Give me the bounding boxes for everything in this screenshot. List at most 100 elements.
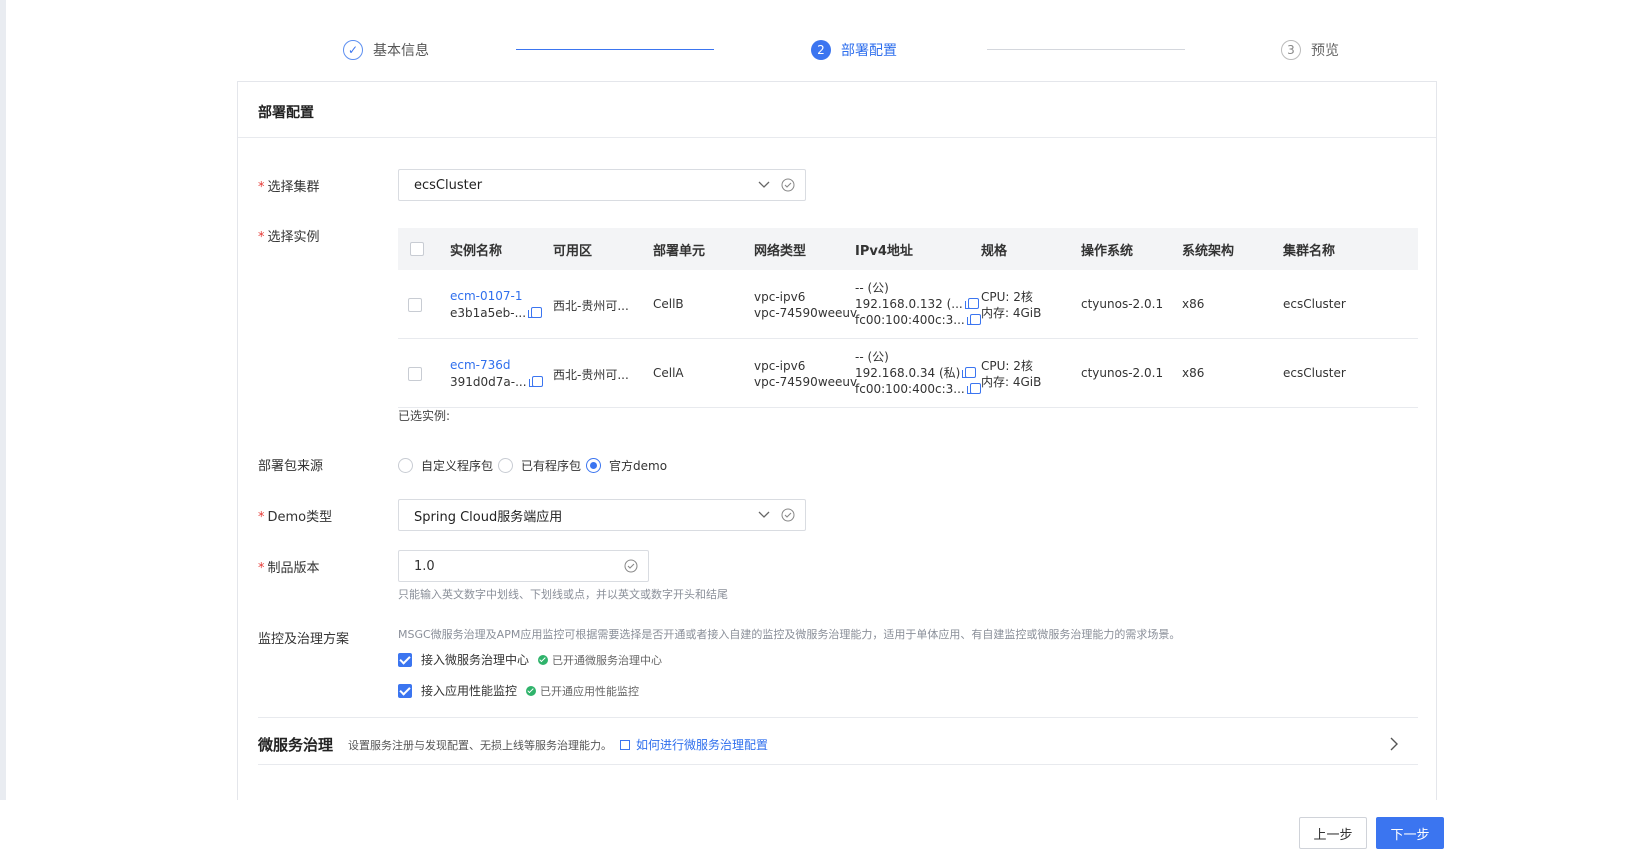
radio-existing-package[interactable]: 已有程序包 — [498, 457, 581, 474]
radio-circle-selected — [586, 458, 601, 473]
spec-mem: 内存: 4GiB — [981, 306, 1042, 320]
step-number: 3 — [1281, 40, 1301, 60]
success-icon — [526, 685, 537, 696]
col-header: 网络类型 — [754, 243, 807, 259]
vpc-name: vpc-74590weeuv — [754, 306, 858, 320]
table-header: 实例名称 可用区 部署单元 网络类型 IPv4地址 规格 操作系统 系统架构 集… — [398, 228, 1418, 270]
instance-table: 实例名称 可用区 部署单元 网络类型 IPv4地址 规格 操作系统 系统架构 集… — [398, 228, 1418, 408]
step-label: 基本信息 — [373, 43, 429, 59]
check-circle-icon — [781, 508, 795, 522]
copy-icon[interactable] — [964, 298, 979, 309]
instance-name-link[interactable]: ecm-0107-1 — [450, 288, 542, 305]
instance-name-link[interactable]: ecm-736d — [450, 357, 543, 374]
help-link[interactable]: 如何进行微服务治理配置 — [620, 736, 768, 753]
os-cell: ctyunos-2.0.1 — [1081, 297, 1164, 311]
ip-v6: fc00:100:400c:3... — [855, 382, 965, 396]
row-checkbox[interactable] — [408, 367, 422, 381]
microservice-section-header[interactable]: 微服务治理 设置服务注册与发现配置、无损上线等服务治理能力。 如何进行微服务治理… — [258, 734, 768, 755]
vpc-name: vpc-74590weeuv — [754, 375, 858, 389]
checkbox-microservice[interactable]: 接入微服务治理中心 已开通微服务治理中心 — [398, 651, 662, 668]
table-row[interactable]: ecm-736d 391d0d7a-... 西北-贵州可... CellA vp… — [398, 339, 1418, 408]
step-preview[interactable]: 3 预览 — [1281, 40, 1339, 60]
col-header: 实例名称 — [450, 243, 503, 259]
copy-icon[interactable] — [528, 376, 543, 387]
left-sidebar-edge — [0, 0, 6, 853]
chevron-down-icon — [758, 511, 770, 518]
arch-cell: x86 — [1182, 366, 1205, 380]
instance-label: * 选择实例 — [258, 230, 320, 245]
source-label: 部署包来源 — [258, 459, 324, 474]
step-label: 预览 — [1311, 43, 1339, 59]
divider — [238, 137, 1436, 138]
step-basic-info[interactable]: ✓ 基本信息 — [343, 40, 429, 60]
ip-public: -- (公) — [855, 281, 889, 295]
success-icon — [538, 654, 549, 665]
col-header: IPv4地址 — [855, 243, 913, 259]
table-row[interactable]: ecm-0107-1 e3b1a5eb-... 西北-贵州可... CellB … — [398, 270, 1418, 339]
checkbox-apm[interactable]: 接入应用性能监控 已开通应用性能监控 — [398, 682, 639, 699]
version-label: * 制品版本 — [258, 561, 320, 576]
section-title: 微服务治理 — [258, 736, 334, 754]
col-header: 部署单元 — [653, 243, 706, 259]
demo-type-select[interactable]: Spring Cloud服务端应用 — [398, 499, 806, 531]
deploy-config-card: 部署配置 * 选择集群 ecsCluster * 选择实例 实例名称 可用区 部署单… — [237, 81, 1437, 801]
divider — [258, 717, 1418, 718]
col-header: 操作系统 — [1081, 243, 1134, 259]
select-all-checkbox[interactable] — [410, 242, 424, 256]
status-badge: 已开通微服务治理中心 — [538, 652, 662, 668]
prev-step-button[interactable]: 上一步 — [1299, 817, 1367, 849]
page: ✓ 基本信息 2 部署配置 3 预览 部署配置 * 选择集群 ecsCluster… — [0, 0, 1636, 853]
step-connector-done — [516, 49, 714, 50]
row-checkbox[interactable] — [408, 298, 422, 312]
section-desc: 设置服务注册与发现配置、无损上线等服务治理能力。 — [348, 738, 613, 752]
net-type: vpc-ipv6 — [754, 359, 806, 373]
chevron-right-icon[interactable] — [1388, 737, 1400, 751]
cluster-cell: ecsCluster — [1283, 297, 1346, 311]
col-header: 集群名称 — [1283, 243, 1336, 259]
divider — [258, 764, 1418, 765]
step-connector-pending — [987, 49, 1185, 50]
version-value: 1.0 — [414, 558, 435, 574]
check-circle-icon — [781, 178, 795, 192]
checkbox-checked — [398, 652, 412, 667]
selected-instances-label: 已选实例: — [398, 409, 451, 423]
col-header: 可用区 — [553, 243, 593, 259]
instance-id: 391d0d7a-... — [450, 375, 527, 389]
demo-type-value: Spring Cloud服务端应用 — [414, 509, 563, 525]
zone-cell: 西北-贵州可... — [553, 368, 629, 382]
radio-official-demo[interactable]: 官方demo — [586, 457, 667, 474]
radio-custom-package[interactable]: 自定义程序包 — [398, 457, 493, 474]
chevron-down-icon — [758, 181, 770, 188]
required-mark: * — [258, 180, 265, 195]
arch-cell: x86 — [1182, 297, 1205, 311]
check-circle-icon — [624, 559, 638, 573]
ip-private: 192.168.0.132 (... — [855, 297, 963, 311]
demo-type-label: * Demo类型 — [258, 510, 333, 525]
spec-cpu: CPU: 2核 — [981, 359, 1033, 373]
card-title: 部署配置 — [258, 105, 314, 121]
zone-cell: 西北-贵州可... — [553, 299, 629, 313]
col-header: 系统架构 — [1182, 243, 1235, 259]
version-input[interactable]: 1.0 — [398, 550, 649, 582]
copy-icon[interactable] — [528, 307, 543, 318]
step-deploy-config[interactable]: 2 部署配置 — [811, 40, 897, 60]
required-mark: * — [258, 230, 265, 245]
ip-private: 192.168.0.34 (私) — [855, 366, 961, 380]
unit-cell: CellB — [653, 297, 684, 311]
cluster-select[interactable]: ecsCluster — [398, 169, 806, 201]
copy-icon[interactable] — [966, 383, 981, 394]
checkbox-checked — [398, 683, 412, 698]
unit-cell: CellA — [653, 366, 684, 380]
copy-icon[interactable] — [966, 314, 981, 325]
spec-cpu: CPU: 2核 — [981, 290, 1033, 304]
copy-icon[interactable] — [962, 367, 977, 378]
os-cell: ctyunos-2.0.1 — [1081, 366, 1164, 380]
external-link-icon — [620, 739, 631, 750]
radio-circle — [398, 458, 413, 473]
required-mark: * — [258, 510, 265, 525]
net-type: vpc-ipv6 — [754, 290, 806, 304]
step-label: 部署配置 — [841, 43, 897, 59]
next-step-button[interactable]: 下一步 — [1376, 817, 1444, 849]
radio-circle — [498, 458, 513, 473]
monitor-label: 监控及治理方案 — [258, 632, 350, 647]
